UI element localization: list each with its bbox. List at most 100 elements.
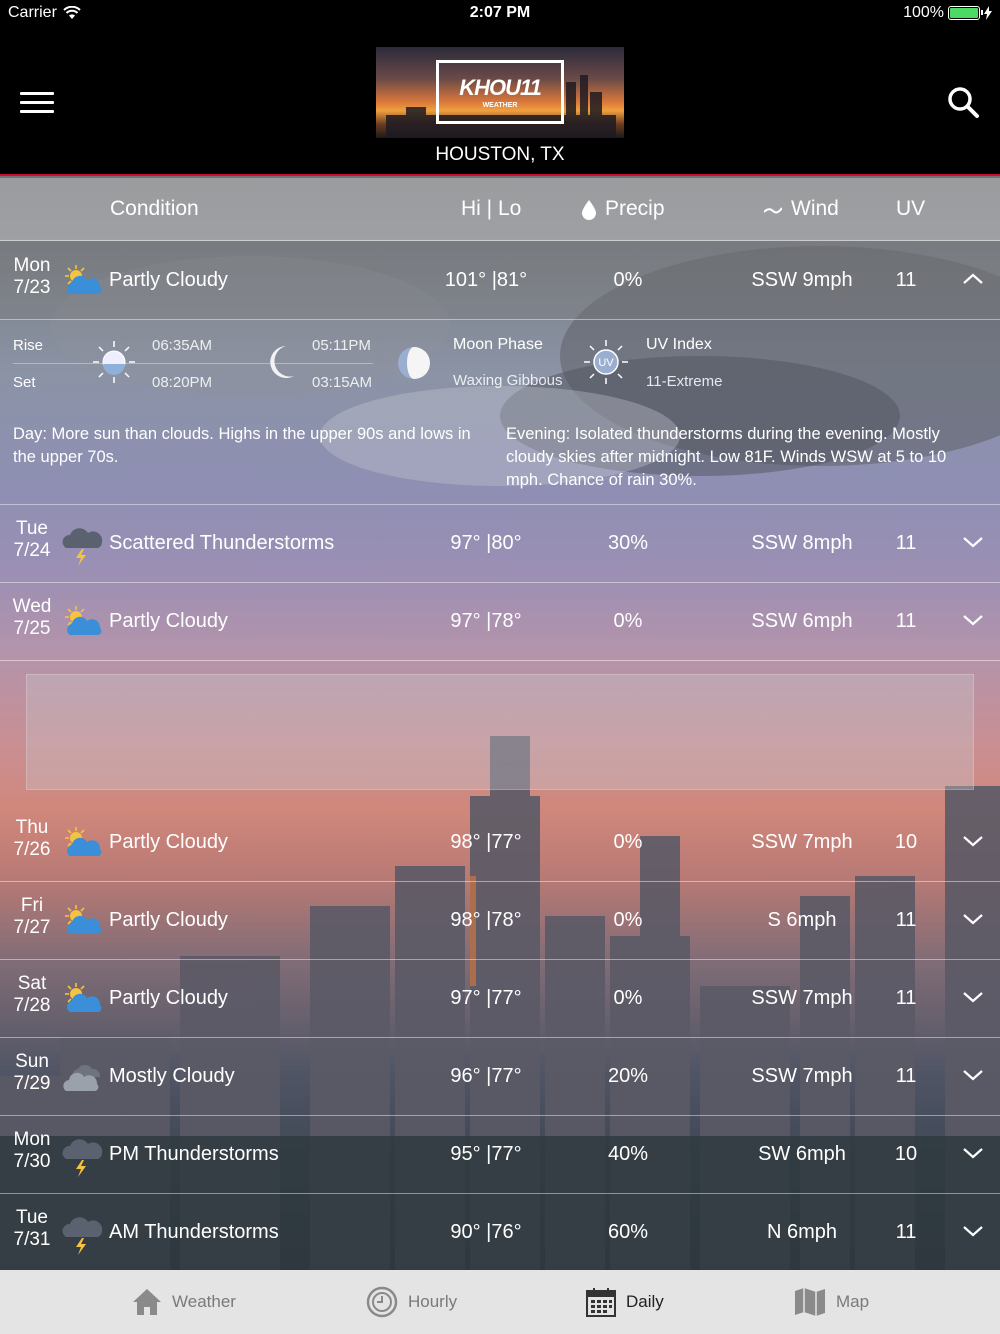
- date: 7/27: [13, 917, 51, 938]
- uv-value: 11: [895, 269, 917, 291]
- hi-lo-temp: 95° |77°: [450, 1143, 522, 1165]
- tab-weather[interactable]: Weather: [132, 1270, 236, 1334]
- day-date: Mon 7/30: [12, 1129, 52, 1173]
- date: 7/31: [13, 1229, 51, 1250]
- tab-daily-label: Daily: [626, 1292, 664, 1311]
- calendar-icon: [586, 1288, 616, 1317]
- logo-box: KHOU11 WEATHER: [436, 60, 564, 124]
- hi-lo-temp: 98° |78°: [450, 909, 522, 931]
- tab-daily[interactable]: Daily: [586, 1270, 664, 1334]
- chevron-down-icon[interactable]: [962, 613, 984, 627]
- partly-cloudy-icon: [62, 602, 104, 644]
- forecast-row[interactable]: Sun 7/29 Mostly Cloudy 96° |77° 20% SSW …: [0, 1038, 1000, 1116]
- chevron-down-icon[interactable]: [962, 1224, 984, 1238]
- chevron-down-icon[interactable]: [962, 834, 984, 848]
- precip-chance: 0%: [613, 909, 643, 931]
- forecast-row[interactable]: Thu 7/26 Partly Cloudy 98° |77° 0% SSW 7…: [0, 804, 1000, 882]
- hi-lo-temp: 97° |80°: [450, 532, 522, 554]
- day-date: Thu 7/26: [12, 817, 52, 861]
- moon-phase-icon: [398, 347, 430, 379]
- forecast-row[interactable]: Mon 7/30 PM Thunderstorms 95° |77° 40% S…: [0, 1116, 1000, 1194]
- evening-label: Evening: [506, 425, 566, 443]
- forecast-row[interactable]: Tue 7/24 Scattered Thunderstorms 97° |80…: [0, 505, 1000, 583]
- day-date: Sat 7/28: [12, 973, 52, 1017]
- uv-value: 10: [894, 831, 918, 853]
- hi-lo-temp: 97° |77°: [450, 987, 522, 1009]
- status-time: 2:07 PM: [469, 4, 531, 21]
- condition-text: Scattered Thunderstorms: [109, 532, 335, 554]
- forecast-row[interactable]: Mon 7/23 Partly Cloudy 101° |81° 0% SSW …: [0, 242, 1000, 320]
- chevron-down-icon[interactable]: [962, 990, 984, 1004]
- day-label: Day: [13, 425, 43, 443]
- wind-value: SSW 6mph: [751, 610, 853, 632]
- wind-value: SSW 9mph: [751, 269, 853, 291]
- date: 7/24: [13, 540, 51, 561]
- charging-icon: [984, 6, 992, 20]
- tab-hourly[interactable]: Hourly: [366, 1270, 457, 1334]
- uv-index-value: 11-Extreme: [646, 373, 723, 390]
- wind-value: S 6mph: [767, 909, 837, 931]
- tab-map[interactable]: Map: [794, 1270, 869, 1334]
- day-name: Sat: [17, 973, 47, 994]
- tab-map-label: Map: [836, 1292, 870, 1311]
- map-icon: [795, 1288, 825, 1316]
- day-name: Tue: [15, 1207, 49, 1228]
- chevron-down-icon[interactable]: [962, 535, 984, 549]
- moonset-time: 03:15AM: [312, 374, 373, 391]
- wind-value: SSW 7mph: [751, 1065, 853, 1087]
- status-bar: Carrier 2:07 PM 100%: [0, 0, 1000, 27]
- thunderstorm-icon: [62, 1135, 104, 1177]
- forecast-row[interactable]: Fri 7/27 Partly Cloudy 98° |78° 0% S 6mp…: [0, 882, 1000, 960]
- day-name: Tue: [15, 518, 49, 539]
- hilo-column-label: Hi | Lo: [461, 197, 522, 220]
- day-date: Tue 7/24: [12, 518, 52, 562]
- forecast-row[interactable]: Sat 7/28 Partly Cloudy 97° |77° 0% SSW 7…: [0, 960, 1000, 1038]
- search-icon[interactable]: [946, 85, 980, 119]
- day-name: Wed: [12, 596, 52, 617]
- condition-text: Mostly Cloudy: [109, 1065, 235, 1087]
- uv-value: 11: [895, 909, 917, 931]
- day-description: : More sun than clouds. Highs in the upp…: [13, 425, 471, 466]
- precip-chance: 0%: [613, 987, 643, 1009]
- date: 7/30: [13, 1151, 51, 1172]
- precip-column-label: Precip: [605, 197, 665, 220]
- tab-weather-label: Weather: [172, 1292, 236, 1311]
- precip-chance: 60%: [607, 1221, 649, 1243]
- tab-hourly-label: Hourly: [408, 1292, 458, 1311]
- chevron-down-icon[interactable]: [962, 912, 984, 926]
- day-name: Sun: [15, 1051, 49, 1072]
- uv-value: 11: [895, 610, 917, 632]
- forecast-row[interactable]: Wed 7/25 Partly Cloudy 97° |78° 0% SSW 6…: [0, 583, 1000, 661]
- hi-lo-temp: 98° |77°: [450, 831, 522, 853]
- day-date: Wed 7/25: [12, 596, 52, 640]
- uv-value: 11: [895, 532, 917, 554]
- ad-banner-placeholder[interactable]: [26, 674, 974, 790]
- precip-chance: 30%: [607, 532, 649, 554]
- date: 7/25: [13, 618, 51, 639]
- precip-chance: 0%: [613, 831, 643, 853]
- sunrise-time: 06:35AM: [152, 337, 213, 354]
- uv-value: 11: [895, 1221, 917, 1243]
- precip-drop-icon: [582, 200, 596, 220]
- hamburger-menu-icon[interactable]: [20, 92, 54, 114]
- condition-text: Partly Cloudy: [109, 909, 228, 931]
- home-icon: [133, 1289, 161, 1315]
- wind-value: SSW 7mph: [751, 987, 853, 1009]
- condition-text: Partly Cloudy: [109, 610, 228, 632]
- chevron-down-icon[interactable]: [962, 1068, 984, 1082]
- precip-chance: 0%: [613, 269, 643, 291]
- thunderstorm-icon: [62, 1213, 104, 1255]
- chevron-up-icon[interactable]: [962, 272, 984, 286]
- rise-label: Rise: [13, 337, 44, 354]
- day-name: Fri: [20, 895, 44, 916]
- uv-index-label: UV Index: [646, 336, 712, 353]
- forecast-row[interactable]: Tue 7/31 AM Thunderstorms 90° |76° 60% N…: [0, 1194, 1000, 1272]
- chevron-down-icon[interactable]: [962, 1146, 984, 1160]
- date: 7/29: [13, 1073, 51, 1094]
- hi-lo-temp: 101° |81°: [444, 269, 528, 291]
- battery-percent: 100%: [903, 4, 944, 21]
- location-label: HOUSTON, TX: [435, 144, 565, 165]
- evening-forecast-text: Evening: Isolated thunderstorms during t…: [506, 423, 976, 492]
- sunset-time: 08:20PM: [152, 374, 213, 391]
- svg-text:UV: UV: [598, 357, 614, 369]
